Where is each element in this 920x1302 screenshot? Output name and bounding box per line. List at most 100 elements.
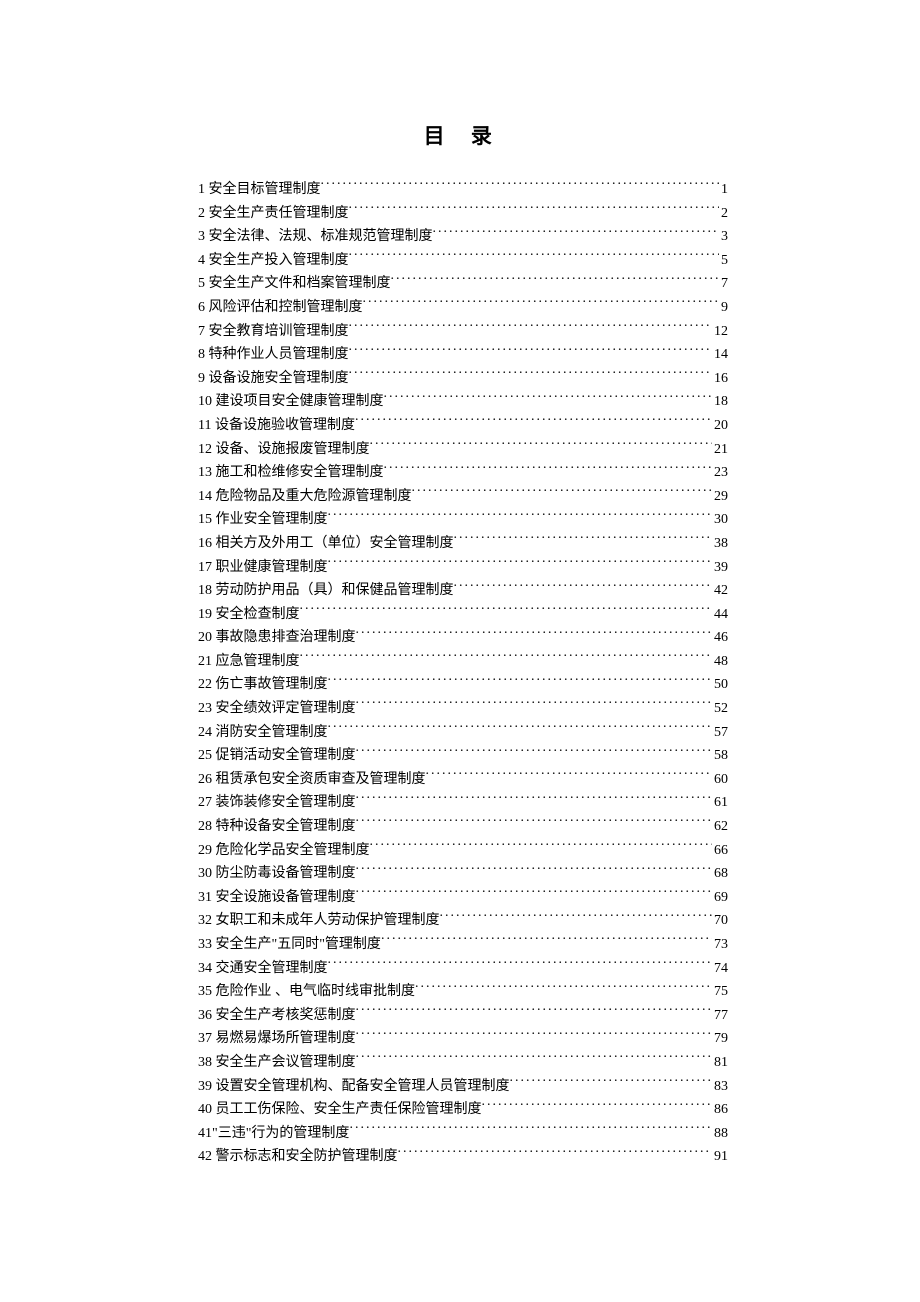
toc-entry-leader: [433, 226, 720, 240]
toc-entry-page: 68: [712, 862, 728, 886]
toc-entry-leader: [356, 1028, 713, 1042]
toc-entry-leader: [356, 863, 713, 877]
toc-entry-page: 88: [712, 1122, 728, 1146]
toc-entry: 10 建设项目安全健康管理制度18: [198, 390, 728, 414]
toc-entry-label: 2 安全生产责任管理制度: [198, 202, 349, 226]
toc-entry: 24 消防安全管理制度 57: [198, 721, 728, 745]
toc-entry-label: 35 危险作业 、电气临时线审批制度: [198, 980, 415, 1004]
toc-entry-label: 24 消防安全管理制度: [198, 721, 328, 745]
toc-entry: 25 促销活动安全管理制度58: [198, 744, 728, 768]
toc-entry-label: 21 应急管理制度: [198, 650, 300, 674]
toc-entry: 1 安全目标管理制度1: [198, 178, 728, 202]
toc-entry-page: 12: [712, 320, 728, 344]
toc-entry-leader: [349, 203, 720, 217]
toc-container: 1 安全目标管理制度12 安全生产责任管理制度 23 安全法律、法规、标准规范管理…: [198, 178, 728, 1169]
toc-entry: 12 设备、设施报废管理制度 21: [198, 438, 728, 462]
toc-title: 目 录: [198, 120, 728, 150]
toc-entry-label: 20 事故隐患排查治理制度: [198, 626, 356, 650]
toc-entry-page: 60: [712, 768, 728, 792]
toc-entry-leader: [370, 439, 713, 453]
toc-entry-page: 18: [712, 390, 728, 414]
toc-entry-leader: [363, 297, 720, 311]
toc-entry-leader: [391, 273, 720, 287]
toc-entry-leader: [328, 958, 713, 972]
toc-entry-leader: [349, 321, 713, 335]
toc-entry-label: 6 风险评估和控制管理制度: [198, 296, 363, 320]
toc-entry: 39 设置安全管理机构、配备安全管理人员管理制度83: [198, 1075, 728, 1099]
toc-entry-label: 22 伤亡事故管理制度: [198, 673, 328, 697]
toc-entry: 34 交通安全管理制度74: [198, 957, 728, 981]
toc-entry-leader: [328, 557, 713, 571]
toc-entry-page: 69: [712, 886, 728, 910]
toc-entry-leader: [321, 179, 720, 193]
toc-entry-page: 21: [712, 438, 728, 462]
toc-entry: 11 设备设施验收管理制度20: [198, 414, 728, 438]
toc-entry: 17 职业健康管理制度39: [198, 556, 728, 580]
toc-entry-leader: [356, 1052, 713, 1066]
toc-entry: 7 安全教育培训管理制度 12: [198, 320, 728, 344]
toc-entry-page: 91: [712, 1145, 728, 1169]
toc-entry-page: 16: [712, 367, 728, 391]
toc-entry: 13 施工和检维修安全管理制度23: [198, 461, 728, 485]
toc-entry-label: 17 职业健康管理制度: [198, 556, 328, 580]
toc-entry-page: 86: [712, 1098, 728, 1122]
toc-entry-label: 36 安全生产考核奖惩制度: [198, 1004, 356, 1028]
toc-entry-label: 39 设置安全管理机构、配备安全管理人员管理制度: [198, 1075, 510, 1099]
toc-entry-label: 18 劳动防护用品（具）和保健品管理制度: [198, 579, 454, 603]
toc-entry: 18 劳动防护用品（具）和保健品管理制度 42: [198, 579, 728, 603]
toc-entry: 33 安全生产"五同时"管理制度73: [198, 933, 728, 957]
toc-entry-leader: [328, 509, 713, 523]
toc-entry-leader: [356, 887, 713, 901]
toc-entry-label: 7 安全教育培训管理制度: [198, 320, 349, 344]
toc-entry-page: 38: [712, 532, 728, 556]
toc-entry-leader: [356, 792, 713, 806]
toc-entry-label: 28 特种设备安全管理制度: [198, 815, 356, 839]
toc-entry-leader: [349, 1123, 712, 1137]
toc-entry-leader: [356, 1005, 713, 1019]
toc-entry-page: 46: [712, 626, 728, 650]
toc-entry-page: 52: [712, 697, 728, 721]
toc-entry-page: 70: [712, 909, 728, 933]
toc-entry-label: 1 安全目标管理制度: [198, 178, 321, 202]
toc-entry-leader: [328, 674, 713, 688]
toc-entry-label: 37 易燃易爆场所管理制度: [198, 1027, 356, 1051]
toc-entry-leader: [356, 745, 713, 759]
toc-entry-page: 61: [712, 791, 728, 815]
toc-entry-label: 23 安全绩效评定管理制度: [198, 697, 356, 721]
toc-entry-label: 41"三违"行为的管理制度: [198, 1122, 349, 1146]
toc-entry-page: 50: [712, 673, 728, 697]
toc-entry-leader: [384, 462, 713, 476]
toc-entry-label: 12 设备、设施报废管理制度: [198, 438, 370, 462]
toc-entry-page: 73: [712, 933, 728, 957]
toc-entry-leader: [440, 910, 713, 924]
toc-entry-leader: [328, 722, 713, 736]
toc-entry-label: 34 交通安全管理制度: [198, 957, 328, 981]
toc-entry: 3 安全法律、法规、标准规范管理制度3: [198, 225, 728, 249]
toc-entry-page: 30: [712, 508, 728, 532]
toc-entry: 37 易燃易爆场所管理制度79: [198, 1027, 728, 1051]
toc-entry: 38 安全生产会议管理制度81: [198, 1051, 728, 1075]
toc-entry-label: 19 安全检查制度: [198, 603, 300, 627]
toc-entry: 42 警示标志和安全防护管理制度91: [198, 1145, 728, 1169]
toc-entry-page: 14: [712, 343, 728, 367]
toc-entry: 23 安全绩效评定管理制度 52: [198, 697, 728, 721]
toc-entry-label: 29 危险化学品安全管理制度: [198, 839, 370, 863]
toc-entry-label: 16 相关方及外用工（单位）安全管理制度: [198, 532, 454, 556]
toc-entry-label: 25 促销活动安全管理制度: [198, 744, 356, 768]
toc-entry-page: 66: [712, 839, 728, 863]
toc-entry: 36 安全生产考核奖惩制度77: [198, 1004, 728, 1028]
toc-entry-label: 31 安全设施设备管理制度: [198, 886, 356, 910]
toc-entry: 22 伤亡事故管理制度 50: [198, 673, 728, 697]
toc-entry-label: 4 安全生产投入管理制度: [198, 249, 349, 273]
toc-entry-page: 2: [719, 202, 728, 226]
toc-entry: 16 相关方及外用工（单位）安全管理制度 38: [198, 532, 728, 556]
toc-entry: 41"三违"行为的管理制度 88: [198, 1122, 728, 1146]
toc-entry-page: 7: [719, 272, 728, 296]
toc-entry-leader: [415, 981, 712, 995]
toc-entry-page: 57: [712, 721, 728, 745]
toc-entry-page: 42: [712, 579, 728, 603]
toc-entry-page: 23: [712, 461, 728, 485]
toc-entry-leader: [510, 1076, 713, 1090]
toc-entry: 8 特种作业人员管理制度14: [198, 343, 728, 367]
toc-entry: 5 安全生产文件和档案管理制度7: [198, 272, 728, 296]
